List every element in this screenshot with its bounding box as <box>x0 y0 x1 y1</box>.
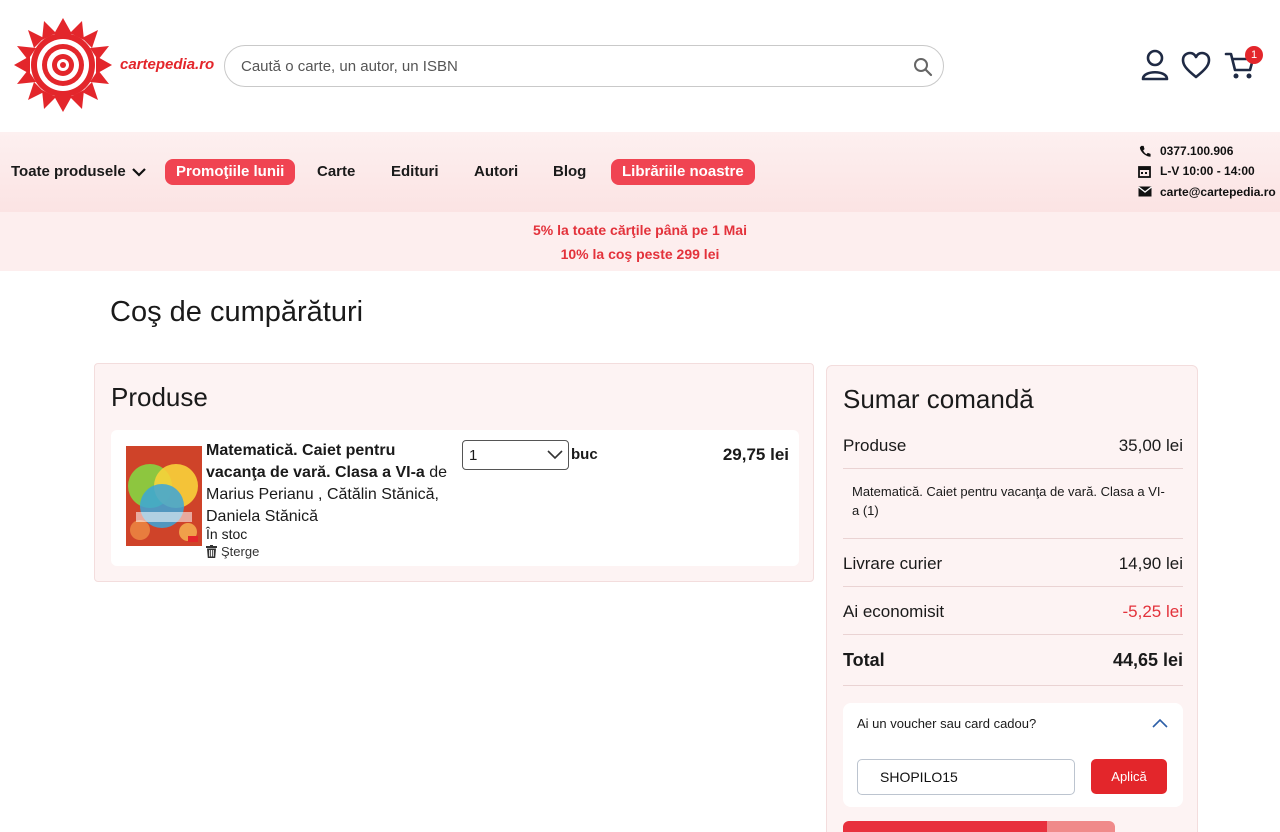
chevron-down-icon <box>547 450 563 460</box>
summary-delivery-value: 14,90 lei <box>1118 554 1183 573</box>
summary-heading: Sumar comandă <box>843 384 1034 414</box>
stock-status: În stoc <box>206 526 248 542</box>
order-summary-panel: Sumar comandă Produse 35,00 lei Matemati… <box>826 365 1198 832</box>
cartepedia-logo[interactable] <box>14 18 112 112</box>
phone-icon <box>1139 145 1151 157</box>
summary-saved-row: Ai economisit -5,25 lei <box>843 602 1183 622</box>
product-authors[interactable]: Marius Perianu , Cătălin Stănică, Daniel… <box>206 486 439 525</box>
summary-products-value: 35,00 lei <box>1118 436 1183 455</box>
summary-total-row: Total 44,65 lei <box>843 650 1183 671</box>
cart-item: Matematică. Caiet pentru vacanţa de vară… <box>111 430 799 566</box>
product-title-link[interactable]: Matematică. Caiet pentru vacanţa de vară… <box>206 442 425 481</box>
search-icon[interactable] <box>913 57 933 77</box>
nav-all-products-label: Toate produsele <box>11 163 126 180</box>
promo-line-1: 5% la toate cărţile până pe 1 Mai <box>533 222 747 238</box>
product-by: de <box>429 464 448 481</box>
promo-line-2: 10% la coş peste 299 lei <box>560 246 720 262</box>
page-title: Coş de cumpărături <box>110 296 364 328</box>
search-bar <box>224 45 944 87</box>
delete-label: Şterge <box>221 544 260 559</box>
voucher-toggle[interactable]: Ai un voucher sau card cadou? <box>857 716 1036 731</box>
summary-total-value: 44,65 lei <box>1112 650 1183 670</box>
nav-item-promotions[interactable]: Promoţiile lunii <box>165 159 296 185</box>
voucher-input[interactable] <box>857 759 1075 795</box>
summary-products-label: Produse <box>843 436 907 455</box>
nav-all-products[interactable]: Toate produsele <box>11 159 146 185</box>
chevron-down-icon <box>132 168 146 177</box>
place-order-button[interactable] <box>843 821 1115 832</box>
user-account-icon[interactable] <box>1139 48 1171 82</box>
products-heading: Produse <box>111 382 208 412</box>
item-price: 29,75 lei <box>722 445 789 464</box>
quantity-select[interactable]: 1 <box>462 440 569 470</box>
nav-item-our-bookstores[interactable]: Librăriile noastre <box>611 159 755 185</box>
trash-icon <box>206 545 217 558</box>
nav-item-publishers[interactable]: Edituri <box>391 159 439 185</box>
contact-phone-text: 0377.100.906 <box>1160 144 1234 158</box>
promo-banner: 5% la toate cărţile până pe 1 Mai 10% la… <box>0 212 1280 271</box>
products-panel: Produse Matematică. Caiet pentru vacanţa… <box>94 363 814 582</box>
divider <box>843 468 1183 469</box>
wishlist-heart-icon[interactable] <box>1180 48 1212 82</box>
summary-products-row: Produse 35,00 lei <box>843 436 1183 456</box>
apply-voucher-button[interactable]: Aplică <box>1091 759 1167 794</box>
quantity-unit: buc <box>571 446 598 463</box>
divider <box>843 538 1183 539</box>
nav-item-blog[interactable]: Blog <box>553 159 586 185</box>
summary-item-line: Matematică. Caiet pentru vacanţa de vară… <box>852 484 1165 518</box>
envelope-icon <box>1138 186 1152 197</box>
summary-saved-label: Ai economisit <box>843 602 945 621</box>
summary-total-label: Total <box>843 650 885 670</box>
voucher-section: Ai un voucher sau card cadou? Aplică <box>843 703 1183 807</box>
divider <box>843 586 1183 587</box>
nav-item-authors[interactable]: Autori <box>474 159 518 185</box>
contact-email-text: carte@cartepedia.ro <box>1160 185 1276 199</box>
summary-delivery-label: Livrare curier <box>843 554 943 573</box>
brand-name[interactable]: cartepedia.ro <box>120 56 214 73</box>
calendar-icon <box>1138 166 1151 178</box>
cart-count-badge: 1 <box>1245 46 1263 64</box>
search-input[interactable] <box>241 46 901 86</box>
summary-delivery-row: Livrare curier 14,90 lei <box>843 554 1183 574</box>
nav-item-books[interactable]: Carte <box>317 159 355 185</box>
book-cover-image[interactable] <box>126 446 202 546</box>
chevron-up-icon[interactable] <box>1151 717 1169 729</box>
divider <box>843 634 1183 635</box>
contact-hours-text: L-V 10:00 - 14:00 <box>1160 164 1255 178</box>
divider <box>843 685 1183 686</box>
summary-saved-value: -5,25 lei <box>1122 602 1183 621</box>
main-nav: Toate produsele Promoţiile lunii Carte E… <box>0 132 1280 212</box>
site-header: cartepedia.ro 1 <box>0 0 1280 132</box>
product-title: Matematică. Caiet pentru vacanţa de vară… <box>206 440 451 528</box>
quantity-value: 1 <box>469 447 478 464</box>
